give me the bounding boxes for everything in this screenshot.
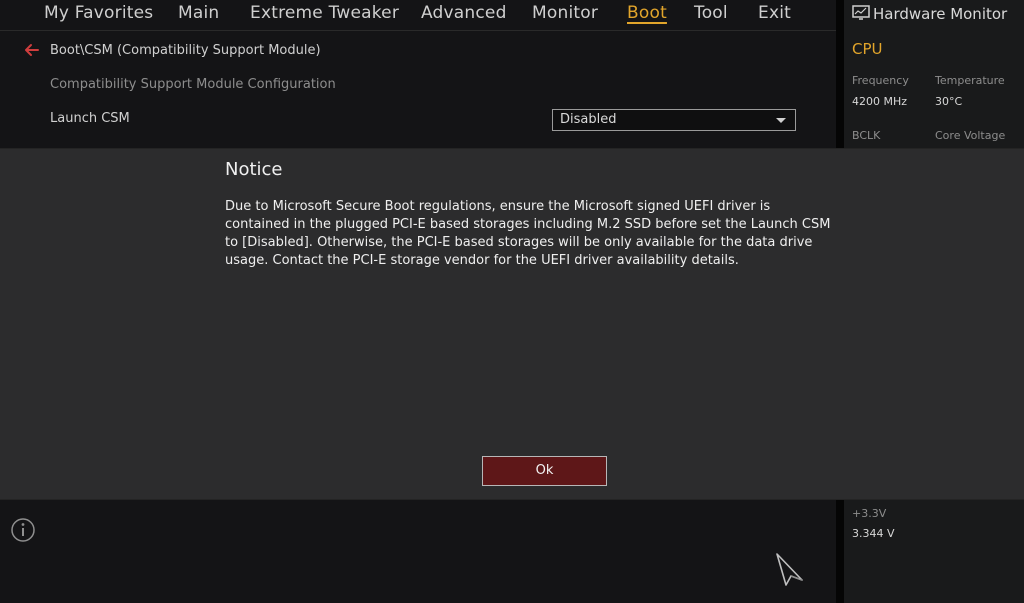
tab-my-favorites[interactable]: My Favorites [44, 3, 153, 23]
cpu-frequency-label: Frequency [852, 74, 909, 87]
notice-dialog: Notice Due to Microsoft Secure Boot regu… [0, 148, 1024, 586]
ok-button[interactable]: Ok [482, 456, 607, 486]
plus33-value: 3.344 V [852, 527, 895, 540]
hardware-monitor-title: Hardware Monitor [873, 5, 1008, 23]
bclk-label: BCLK [852, 129, 881, 142]
cpu-temperature-value: 30°C [935, 95, 963, 108]
tab-exit[interactable]: Exit [758, 3, 791, 23]
monitor-icon [852, 5, 870, 21]
breadcrumb: Boot\CSM (Compatibility Support Module) [0, 40, 836, 64]
tab-tool[interactable]: Tool [694, 3, 728, 23]
launch-csm-value: Disabled [560, 112, 617, 127]
mouse-cursor-icon [775, 552, 805, 586]
chevron-down-icon [776, 118, 786, 123]
launch-csm-row[interactable]: Launch CSM Disabled [0, 108, 836, 136]
cpu-temperature-label: Temperature [935, 74, 1005, 87]
breadcrumb-path: Boot\CSM (Compatibility Support Module) [50, 43, 321, 58]
back-arrow-icon[interactable] [23, 41, 41, 59]
core-voltage-label: Core Voltage [935, 129, 1006, 142]
notice-title: Notice [225, 159, 283, 180]
tab-main[interactable]: Main [178, 3, 219, 23]
plus33-label: +3.3V [852, 507, 887, 520]
tab-monitor[interactable]: Monitor [532, 3, 598, 23]
launch-csm-label: Launch CSM [50, 111, 130, 126]
tab-advanced[interactable]: Advanced [421, 3, 507, 23]
section-header: Compatibility Support Module Configurati… [50, 77, 336, 92]
notice-message: Due to Microsoft Secure Boot regulations… [225, 199, 831, 268]
bios-screen: My Favorites Main Extreme Tweaker Advanc… [0, 0, 1024, 603]
launch-csm-dropdown[interactable]: Disabled [552, 109, 796, 131]
tab-boot[interactable]: Boot [627, 3, 667, 23]
tab-extreme-tweaker[interactable]: Extreme Tweaker [250, 3, 399, 23]
info-icon[interactable] [10, 517, 36, 543]
cpu-heading: CPU [852, 40, 883, 58]
top-navigation: My Favorites Main Extreme Tweaker Advanc… [0, 0, 836, 31]
cpu-frequency-value: 4200 MHz [852, 95, 908, 108]
